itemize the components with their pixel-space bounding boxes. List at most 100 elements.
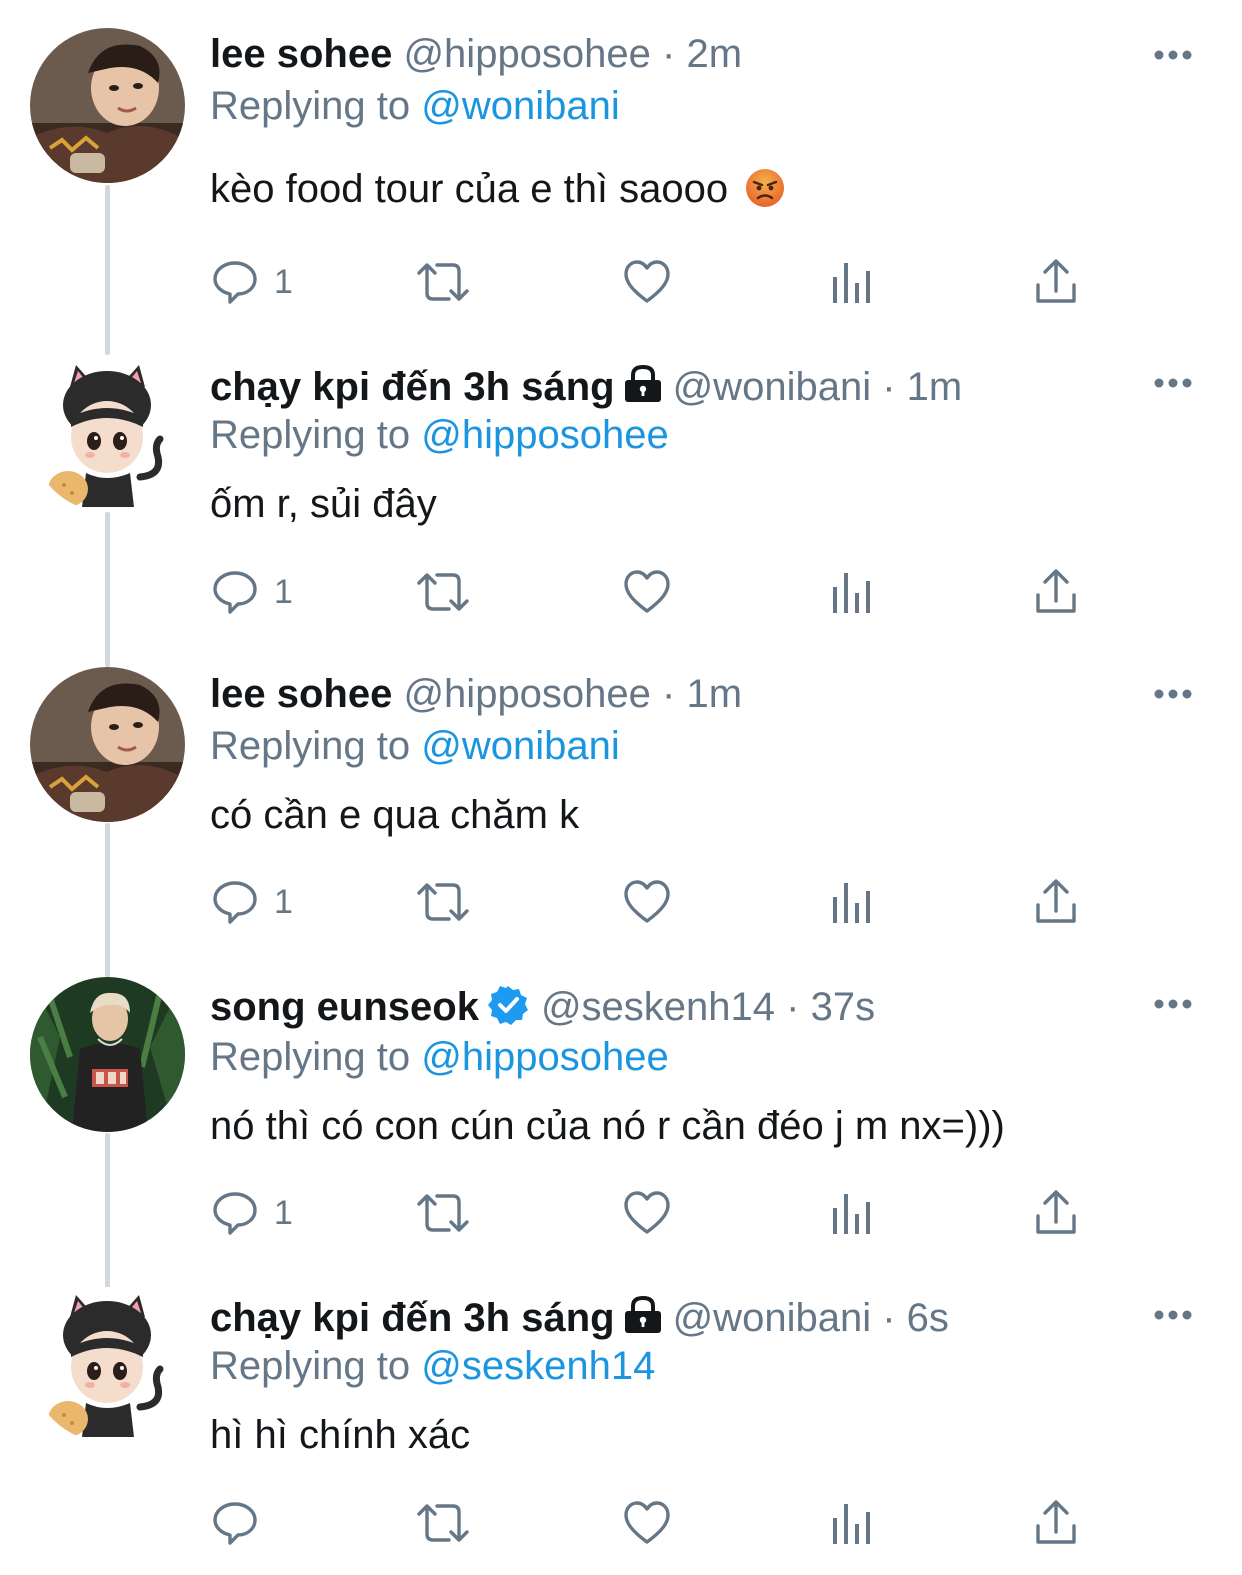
verified-badge-icon: [487, 986, 528, 1025]
avatar[interactable]: [30, 28, 185, 183]
tweet-text-content: ốm r, sủi đây: [210, 482, 437, 526]
cat-doll-avatar: [30, 1287, 185, 1442]
share-button[interactable]: [1034, 1188, 1078, 1238]
avatar[interactable]: [30, 977, 185, 1132]
reply-button[interactable]: 1: [210, 567, 293, 617]
tweet-text: nó thì có con cún của nó r cần đéo j m n…: [210, 1102, 1005, 1150]
avatar[interactable]: [30, 1287, 185, 1442]
share-icon: [1036, 569, 1076, 613]
display-name[interactable]: chạy kpi đến 3h sáng: [210, 1296, 615, 1340]
separator: ·: [882, 365, 896, 409]
replying-prefix: Replying to: [210, 84, 411, 128]
reply-button[interactable]: 1: [210, 1188, 293, 1238]
mention-link[interactable]: @hipposohee: [421, 413, 668, 457]
user-handle[interactable]: @hipposohee: [403, 32, 650, 76]
analytics-icon: [833, 883, 870, 923]
share-button[interactable]: [1034, 257, 1078, 307]
tweet-text-content: hì hì chính xác: [210, 1413, 471, 1457]
timestamp[interactable]: 37s: [811, 985, 876, 1029]
user-handle[interactable]: @wonibani: [673, 1296, 872, 1340]
like-button[interactable]: [622, 1498, 672, 1548]
display-name[interactable]: song eunseok: [210, 985, 479, 1029]
more-icon[interactable]: [1153, 376, 1193, 390]
replying-to: Replying to @wonibani: [210, 82, 620, 130]
tweet[interactable]: lee sohee @hipposohee · 2m Replying to @…: [0, 0, 1242, 330]
more-icon[interactable]: [1153, 1308, 1193, 1322]
reply-button[interactable]: 1: [210, 877, 293, 927]
analytics-icon: [833, 573, 870, 613]
analytics-icon: [833, 1504, 870, 1544]
share-icon: [1036, 1190, 1076, 1234]
like-button[interactable]: [622, 1188, 672, 1238]
reply-icon: [213, 1502, 257, 1545]
tweet-actions: 1: [210, 1188, 1110, 1238]
lock-icon: [624, 1295, 661, 1333]
reply-count: 1: [274, 883, 293, 921]
tweet-actions: [210, 1498, 1110, 1548]
mention-link[interactable]: @hipposohee: [421, 1035, 668, 1079]
lock-icon: [624, 364, 661, 402]
mention-link[interactable]: @seskenh14: [421, 1344, 655, 1388]
tweet[interactable]: lee sohee @hipposohee · 1m Replying to @…: [0, 665, 1242, 965]
like-icon: [624, 1501, 670, 1544]
share-button[interactable]: [1034, 567, 1078, 617]
timestamp[interactable]: 1m: [687, 672, 743, 716]
more-icon[interactable]: [1153, 48, 1193, 62]
analytics-button[interactable]: [830, 1498, 874, 1548]
reply-icon: [213, 571, 257, 614]
like-button[interactable]: [622, 257, 672, 307]
retweet-button[interactable]: [415, 877, 471, 927]
retweet-button[interactable]: [415, 1188, 471, 1238]
timestamp[interactable]: 2m: [687, 32, 743, 76]
avatar[interactable]: [30, 667, 185, 822]
tweet[interactable]: chạy kpi đến 3h sáng @wonibani · 1m Reply…: [0, 355, 1242, 655]
tweet[interactable]: chạy kpi đến 3h sáng @wonibani · 6s Reply…: [0, 1285, 1242, 1575]
display-name[interactable]: lee sohee: [210, 672, 392, 716]
reply-count: 1: [274, 1194, 293, 1232]
more-icon[interactable]: [1153, 997, 1193, 1011]
user-handle[interactable]: @hipposohee: [403, 672, 650, 716]
retweet-button[interactable]: [415, 567, 471, 617]
tweet-text: kèo food tour của e thì saooo: [210, 165, 785, 213]
retweet-icon: [417, 263, 469, 301]
reply-button[interactable]: 1: [210, 257, 293, 307]
retweet-icon: [417, 573, 469, 611]
share-icon: [1036, 1500, 1076, 1544]
retweet-button[interactable]: [415, 1498, 471, 1548]
more-icon[interactable]: [1153, 687, 1193, 701]
tweet-header: lee sohee @hipposohee · 2m: [210, 30, 742, 78]
analytics-button[interactable]: [830, 567, 874, 617]
display-name[interactable]: lee sohee: [210, 32, 392, 76]
user-handle[interactable]: @seskenh14: [541, 985, 775, 1029]
like-button[interactable]: [622, 877, 672, 927]
retweet-button[interactable]: [415, 257, 471, 307]
mention-link[interactable]: @wonibani: [421, 724, 620, 768]
mention-link[interactable]: @wonibani: [421, 84, 620, 128]
user-handle[interactable]: @wonibani: [673, 365, 872, 409]
tweet-text-content: có cần e qua chăm k: [210, 793, 580, 837]
avatar[interactable]: [30, 357, 185, 512]
display-name[interactable]: chạy kpi đến 3h sáng: [210, 365, 615, 409]
analytics-button[interactable]: [830, 257, 874, 307]
tweet[interactable]: song eunseok @seskenh14 · 37s Replying to…: [0, 975, 1242, 1275]
like-icon: [624, 260, 670, 303]
separator: ·: [786, 985, 800, 1029]
retweet-icon: [417, 883, 469, 921]
timestamp[interactable]: 1m: [907, 365, 963, 409]
reply-icon: [213, 1192, 257, 1235]
analytics-button[interactable]: [830, 1188, 874, 1238]
tweet-actions: 1: [210, 877, 1110, 927]
photo-avatar-person-forest: [30, 977, 185, 1132]
like-icon: [624, 1191, 670, 1234]
share-button[interactable]: [1034, 1498, 1078, 1548]
replying-to: Replying to @hipposohee: [210, 411, 669, 459]
reply-icon: [213, 881, 257, 924]
share-button[interactable]: [1034, 877, 1078, 927]
tweet-text: hì hì chính xác: [210, 1411, 470, 1459]
timestamp[interactable]: 6s: [907, 1296, 949, 1340]
reply-button[interactable]: [210, 1498, 274, 1548]
analytics-button[interactable]: [830, 877, 874, 927]
like-button[interactable]: [622, 567, 672, 617]
replying-prefix: Replying to: [210, 1344, 411, 1388]
reply-icon: [213, 261, 257, 304]
